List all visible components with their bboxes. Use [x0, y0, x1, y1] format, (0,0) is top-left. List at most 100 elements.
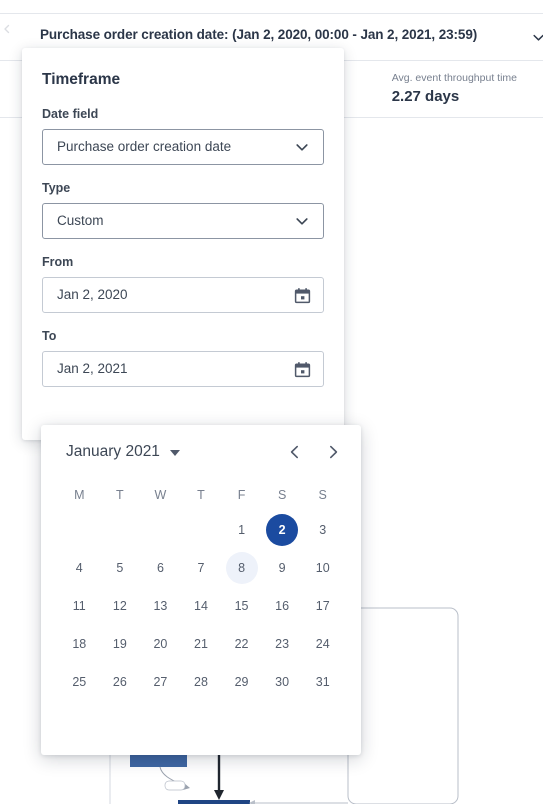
calendar-icon[interactable] — [293, 360, 311, 378]
calendar-day-10[interactable]: 10 — [307, 552, 339, 584]
calendar-weekday: M — [74, 488, 85, 502]
calendar-day-24[interactable]: 24 — [307, 628, 339, 660]
calendar-day-29[interactable]: 29 — [226, 666, 258, 698]
calendar-day-13[interactable]: 13 — [144, 590, 176, 622]
calendar-cell: 29 — [221, 663, 262, 701]
calendar-day-8[interactable]: 8 — [225, 552, 258, 584]
calendar-day-26[interactable]: 26 — [104, 666, 136, 698]
calendar-day-19[interactable]: 19 — [104, 628, 136, 660]
calendar-day-11[interactable]: 11 — [63, 590, 95, 622]
calendar-next-month-button[interactable] — [323, 442, 343, 462]
calendar-cell: 28 — [181, 663, 222, 701]
calendar-cell: 21 — [181, 625, 222, 663]
calendar-month-selector[interactable]: January 2021 — [66, 442, 180, 462]
calendar-weekday-row: MTWTFSS — [59, 479, 343, 511]
type-value: Custom — [57, 213, 104, 228]
calendar-cell: 3 — [302, 511, 343, 549]
calendar-cell: 6 — [140, 549, 181, 587]
calendar-day-20[interactable]: 20 — [144, 628, 176, 660]
calendar-day-31[interactable]: 31 — [307, 666, 339, 698]
calendar-cell — [140, 511, 181, 549]
calendar-day-27[interactable]: 27 — [144, 666, 176, 698]
calendar-cell: 19 — [100, 625, 141, 663]
calendar-day-23[interactable]: 23 — [266, 628, 298, 660]
calendar-day-18[interactable]: 18 — [63, 628, 95, 660]
calendar-day-7[interactable]: 7 — [185, 552, 217, 584]
calendar-day-22[interactable]: 22 — [226, 628, 258, 660]
calendar-day-empty — [63, 514, 95, 546]
from-date-value: Jan 2, 2020 — [57, 287, 128, 302]
to-date-input[interactable]: Jan 2, 2021 — [42, 351, 324, 387]
calendar-cell: 27 — [140, 663, 181, 701]
kpi-value: 2.27 days — [391, 88, 460, 105]
calendar-grid: MTWTFSS 1 2 3 4 5 6 7 8 9 10 11 12 13 14 15 16 17 18 19 20 2… — [41, 479, 361, 701]
calendar-cell: 17 — [302, 587, 343, 625]
calendar-cell: 22 — [221, 625, 262, 663]
calendar-weekday: T — [197, 488, 205, 502]
from-date-input[interactable]: Jan 2, 2020 — [42, 277, 324, 313]
label-from: From — [42, 255, 74, 269]
calendar-cell: 16 — [262, 587, 303, 625]
calendar-cell: 18 — [59, 625, 100, 663]
calendar-day-14[interactable]: 14 — [185, 590, 217, 622]
calendar-cell — [181, 511, 222, 549]
calendar-day-17[interactable]: 17 — [307, 590, 339, 622]
filter-left-chevron-icon[interactable] — [2, 21, 12, 34]
calendar-cell: 24 — [302, 625, 343, 663]
calendar-cell: 10 — [302, 549, 343, 587]
calendar-cell: 11 — [59, 587, 100, 625]
calendar-header: January 2021 — [41, 425, 361, 479]
calendar-icon[interactable] — [293, 286, 311, 304]
calendar-week-row: 123 — [59, 511, 343, 549]
calendar-weeks: 1 2 3 4 5 6 7 8 9 10 11 12 13 14 15 16 17 18 19 20 21 22 23 24 2… — [59, 511, 343, 701]
calendar-cell: 5 — [100, 549, 141, 587]
calendar-day-empty — [104, 514, 136, 546]
calendar-day-25[interactable]: 25 — [63, 666, 95, 698]
field-group-from: From Jan 2, 2020 — [42, 254, 324, 313]
calendar-weekday: W — [154, 488, 167, 502]
calendar-day-1[interactable]: 1 — [226, 514, 258, 546]
calendar-month-label: January 2021 — [66, 443, 160, 460]
calendar-cell: 12 — [100, 587, 141, 625]
calendar-day-5[interactable]: 5 — [104, 552, 136, 584]
calendar-day-12[interactable]: 12 — [104, 590, 136, 622]
date-field-value: Purchase order creation date — [57, 139, 232, 154]
type-select[interactable]: Custom — [42, 203, 324, 239]
calendar-day-15[interactable]: 15 — [226, 590, 258, 622]
calendar-day-21[interactable]: 21 — [185, 628, 217, 660]
label-to: To — [42, 329, 57, 343]
calendar-weekday: S — [277, 488, 287, 502]
timeframe-panel: Timeframe Date field Purchase order crea… — [22, 48, 344, 440]
calendar-cell: 23 — [262, 625, 303, 663]
calendar-cell: 9 — [262, 549, 303, 587]
calendar-cell — [100, 511, 141, 549]
calendar-prev-month-button[interactable] — [285, 442, 305, 462]
to-date-value: Jan 2, 2021 — [57, 361, 128, 376]
caret-down-icon — [169, 450, 180, 456]
calendar-day-28[interactable]: 28 — [185, 666, 217, 698]
calendar-day-16[interactable]: 16 — [266, 590, 298, 622]
chevron-down-icon — [293, 212, 311, 230]
calendar-weekday: T — [116, 488, 124, 502]
calendar-week-row: 18 19 20 21 22 23 24 — [59, 625, 343, 663]
calendar-cell: 14 — [181, 587, 222, 625]
calendar-cell: 13 — [140, 587, 181, 625]
calendar-day-30[interactable]: 30 — [266, 666, 298, 698]
filter-date-range-label[interactable]: Purchase order creation date: (Jan 2, 20… — [40, 27, 477, 42]
calendar-week-row: 25 26 27 28 29 30 31 — [59, 663, 343, 701]
calendar-nav — [285, 442, 343, 462]
calendar-popup: January 2021 MTWTFSS 1 2 3 4 5 6 7 8 9 10 11 12 13 14… — [41, 425, 361, 755]
chevron-down-icon[interactable] — [532, 31, 543, 43]
date-field-select[interactable]: Purchase order creation date — [42, 129, 324, 165]
calendar-day-2[interactable]: 2 — [266, 514, 299, 546]
calendar-day-6[interactable]: 6 — [144, 552, 176, 584]
kpi-avg-throughput: Avg. event throughput time 2.27 days — [392, 71, 517, 107]
calendar-cell: 15 — [221, 587, 262, 625]
calendar-day-4[interactable]: 4 — [63, 552, 95, 584]
calendar-cell: 26 — [100, 663, 141, 701]
calendar-week-row: 4 5 6 7 8 9 10 — [59, 549, 343, 587]
calendar-day-3[interactable]: 3 — [307, 514, 339, 546]
calendar-week-row: 11 12 13 14 15 16 17 — [59, 587, 343, 625]
calendar-day-9[interactable]: 9 — [266, 552, 298, 584]
calendar-cell: 20 — [140, 625, 181, 663]
